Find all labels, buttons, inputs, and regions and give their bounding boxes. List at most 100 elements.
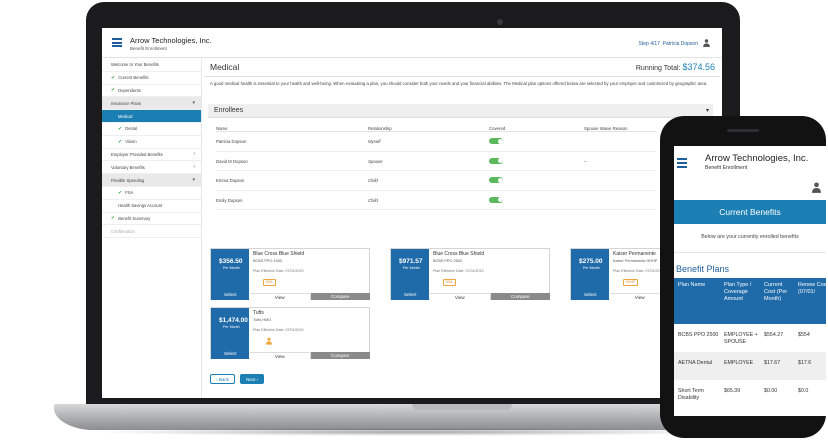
plan-price-panel[interactable]: $356.50 Per Month Select	[211, 249, 249, 300]
plan-card: $356.50 Per Month Select Blue Cross Blue Sh…	[210, 248, 370, 300]
back-button[interactable]: ‹ Back	[210, 374, 235, 384]
covered-toggle[interactable]	[489, 157, 503, 164]
sidebar-item[interactable]: ✔ Current Benefits	[102, 72, 201, 85]
sidebar-item[interactable]: Employer Provided Benefits ›	[102, 149, 201, 162]
sidebar-item-label: Current Benefits	[118, 75, 149, 81]
chevron-down-icon[interactable]: ▾	[706, 107, 709, 114]
select-button[interactable]: Select	[224, 292, 237, 297]
user-name[interactable]: Patricia Dopson	[663, 41, 698, 47]
current-cost-cell: $0.00	[764, 388, 778, 394]
plan-badge: HDHP	[623, 279, 639, 286]
compare-button[interactable]: Compare	[490, 293, 550, 300]
sidebar-item[interactable]: ✔ Dental	[102, 123, 201, 136]
plan-type: BCBS PPO 2500	[433, 259, 462, 263]
hamburger-menu-icon[interactable]	[677, 158, 687, 168]
enrollee-name: Emma Dopson	[216, 178, 245, 183]
chevron-right-icon[interactable]: ›	[193, 151, 195, 157]
plan-type-cell: EMPLOYEE	[724, 360, 754, 366]
sidebar-item[interactable]: Medical	[102, 110, 201, 123]
enrolled-text: Below are your currently enrolled benefi…	[701, 234, 799, 240]
plan-per-month: Per Month	[223, 266, 240, 270]
table-row: Emma Dopson Child	[216, 171, 656, 191]
spouse-waive-reason[interactable]: –	[584, 159, 586, 164]
sidebar-item[interactable]: Confirmation	[102, 225, 201, 239]
divider	[674, 252, 826, 253]
chevron-down-icon[interactable]: ▾	[192, 177, 195, 183]
table-row: Short Term Disability $65.39 $0.00 $0.0	[674, 380, 826, 410]
plan-card: $971.57 Per Month Select Blue Cross Blue Sh…	[390, 248, 550, 300]
plan-effective-date: Plan Effective Date: 07/01/2019	[253, 328, 304, 332]
select-button[interactable]: Select	[584, 292, 597, 297]
view-button[interactable]: View	[250, 352, 311, 359]
covered-toggle[interactable]	[489, 138, 503, 144]
enrollee-relationship: Spouse	[368, 158, 383, 164]
sidebar-item[interactable]: ✔ FSA	[102, 187, 201, 200]
laptop-shadow	[90, 428, 730, 436]
base-notch	[412, 404, 512, 410]
sidebar-item[interactable]: Insurance Plans ▾	[102, 97, 201, 111]
compare-button[interactable]: Compare	[310, 352, 370, 359]
plan-actions: View Compare	[250, 293, 370, 300]
title-divider	[204, 76, 720, 77]
sidebar-item-label: Health Savings Account	[118, 203, 163, 209]
check-icon: ✔	[111, 87, 116, 94]
col-relationship: Relationship	[368, 126, 392, 131]
user-icon[interactable]	[812, 182, 821, 193]
person-icon	[266, 337, 272, 345]
enrollee-relationship: Child	[368, 178, 378, 183]
check-icon: ✔	[111, 215, 116, 222]
chevron-right-icon[interactable]: ›	[193, 164, 195, 170]
sidebar-item[interactable]: ✔ Vision	[102, 136, 201, 149]
plan-name-cell: BCBS PPO 2500	[678, 332, 719, 338]
running-total-label: Running Total:	[635, 65, 681, 72]
plan-info: Tufts Tufts HMO Plan Effective Date: 07/01…	[253, 310, 369, 332]
table-row: Patricia Dopson Myself	[216, 132, 656, 152]
select-button[interactable]: Select	[404, 292, 417, 297]
hamburger-menu-icon[interactable]	[112, 38, 122, 47]
sidebar-item[interactable]: ✔ Dependents	[102, 85, 201, 98]
plan-price: $356.50	[219, 258, 243, 265]
enrollees-section-header[interactable]: Enrollees ▾	[208, 104, 713, 118]
sidebar-item[interactable]: Voluntary Benefits ›	[102, 161, 201, 175]
th-plan-name: Plan Name	[678, 282, 706, 288]
plan-price-panel[interactable]: $971.57 Per Month Select	[391, 249, 429, 300]
table-row: Emily Dopson Child	[216, 191, 656, 210]
covered-toggle[interactable]	[489, 177, 503, 183]
check-icon: ✔	[118, 189, 123, 196]
plan-price-panel[interactable]: $1,474.00 Per Month Select	[211, 308, 249, 359]
sidebar-item[interactable]: Flexible Spending ▾	[102, 174, 201, 187]
plan-name: Blue Cross Blue Shield	[253, 251, 305, 257]
chevron-down-icon[interactable]: ▾	[192, 100, 195, 106]
plan-price: $971.57	[399, 258, 423, 265]
table-row: David M Dopson Spouse –	[216, 152, 656, 171]
step-indicator: Step 4/17 Patricia Dopson	[639, 41, 698, 47]
renew-cost-cell: $0.0	[798, 388, 809, 394]
sidebar-item-label: Dental	[125, 126, 138, 132]
enrollee-name: Patricia Dopson	[216, 139, 247, 144]
covered-toggle[interactable]	[489, 196, 503, 203]
sidebar-item-label: Medical	[118, 113, 133, 119]
sidebar-item[interactable]: ✔ Benefit Summary	[102, 213, 201, 226]
phone-frame: Arrow Technologies, Inc. Benefit Enrollm…	[660, 116, 826, 438]
table-header: Name Relationship Covered Spouse Waive R…	[216, 122, 656, 132]
plan-per-month: Per Month	[583, 266, 600, 270]
plan-card: $1,474.00 Per Month Select Tufts Tufts HMO Pl…	[210, 307, 370, 359]
current-cost-cell: $554.27	[764, 332, 784, 338]
sidebar-item[interactable]: Welcome to Your Benefits	[102, 59, 201, 72]
step-count: Step 4/17	[638, 41, 660, 47]
plan-per-month: Per Month	[403, 266, 420, 270]
plan-type-cell: $65.39	[724, 388, 741, 394]
plan-badge: HSA	[443, 279, 456, 286]
select-button[interactable]: Select	[224, 351, 237, 356]
next-button[interactable]: Next ›	[240, 374, 264, 384]
sidebar-item[interactable]: Health Savings Account	[102, 200, 201, 213]
th-renew-cost: Renew Cost (07/01/	[798, 282, 826, 295]
view-button[interactable]: View	[250, 293, 311, 300]
compare-button[interactable]: Compare	[310, 293, 370, 300]
sidebar-item-label: Employer Provided Benefits	[111, 151, 163, 157]
plan-type: BCBS PPO 1000	[253, 259, 282, 263]
view-button[interactable]: View	[430, 293, 491, 300]
running-total-amount: $374.56	[682, 62, 715, 72]
plan-price-panel[interactable]: $275.00 Per Month Select	[571, 249, 609, 300]
user-icon[interactable]	[703, 39, 710, 47]
